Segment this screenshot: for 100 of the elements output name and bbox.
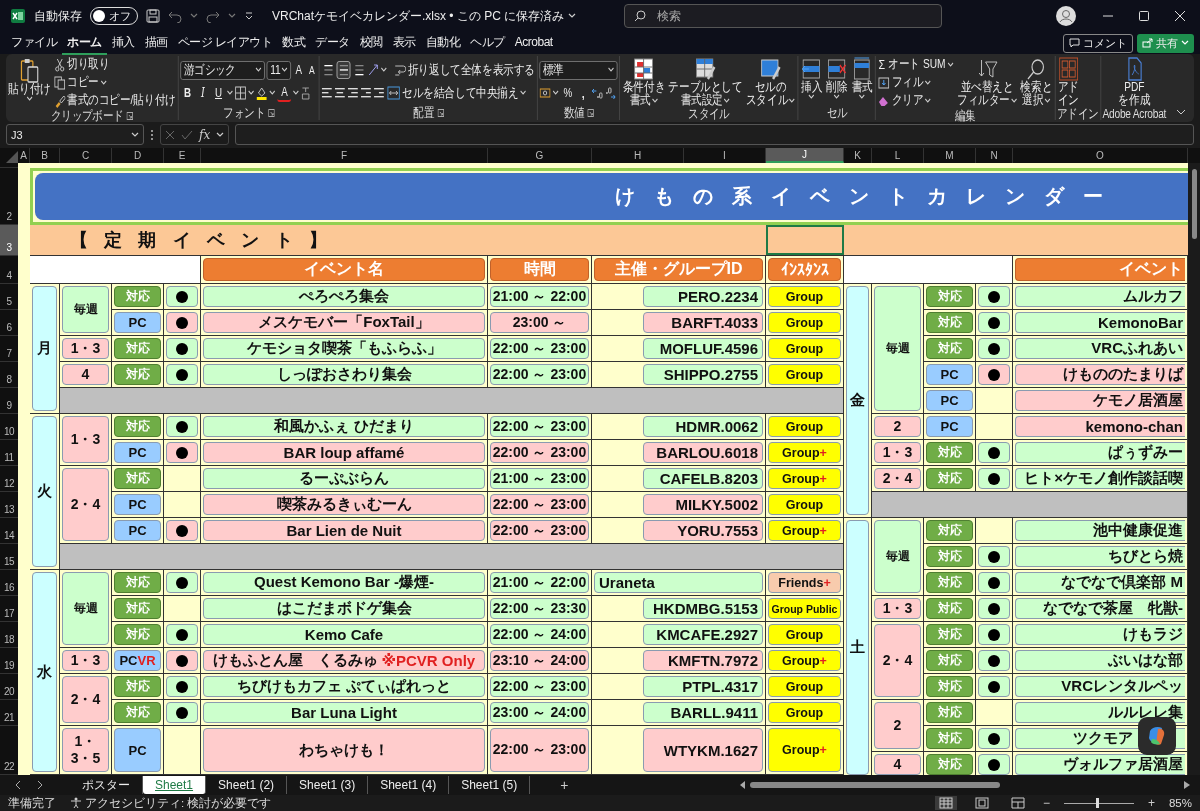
page-layout-icon[interactable] [974,797,989,809]
copy-button[interactable]: コピー [53,74,177,91]
comment-button[interactable]: コメント [1063,33,1133,53]
autosum-button[interactable]: Σ オート SUM [877,56,955,73]
wrap-text-button[interactable]: 折り返して全体を表示する [394,61,536,79]
grow-font-button[interactable]: A [293,61,305,79]
previous-sheet-icon[interactable] [14,780,22,790]
fill-button[interactable]: フィル [877,74,955,91]
event-name: しっぽおさわり集会 [203,364,485,385]
underline-button[interactable]: U [211,84,226,102]
editing-button[interactable]: 検索と 選択 [1019,56,1053,107]
close-icon[interactable] [1175,11,1185,21]
file-title[interactable]: VRChatケモイベカレンダー.xlsx • この PC に保存済み [272,7,577,25]
horizontal-scrollbar[interactable] [740,779,1190,791]
fill-color-icon[interactable] [256,86,268,100]
save-icon[interactable] [146,9,160,23]
column-header[interactable]: J [766,148,844,163]
create-pdf-button[interactable]: PDF を作成 [1117,56,1151,107]
bold-button[interactable]: B [180,84,195,102]
zoom-in-button[interactable]: + [1147,796,1155,810]
menu-tab[interactable]: Acrobat [509,33,558,53]
menu-tab[interactable]: ファイル [6,31,62,55]
formula-field[interactable] [235,124,1194,145]
menu-tab[interactable]: 表示 [387,31,421,55]
clear-button[interactable]: クリア [877,92,955,109]
format-painter-button[interactable]: 書式のコピー/貼り付け [53,92,177,109]
check-icon[interactable] [181,129,193,140]
font-color-button[interactable]: A [277,84,292,102]
collapse-ribbon-icon[interactable] [1176,108,1186,116]
cells-button[interactable]: 挿入 [800,56,824,100]
font-size-field[interactable]: 11 [266,60,292,80]
page-break-icon[interactable] [1010,797,1025,809]
sheet-tab[interactable]: Sheet1 (4) [368,776,450,794]
number-format-field[interactable]: 標準 [539,60,618,80]
sheet-tab[interactable]: Sheet1 (3) [287,776,369,794]
menu-tab[interactable]: 自動化 [420,31,466,55]
share-button[interactable]: 共有 [1137,33,1194,53]
decrease-indent-icon[interactable] [360,86,372,100]
vertical-align-button[interactable] [337,61,351,79]
accessibility-status[interactable]: アクセシビリティ: 検討が必要です [85,795,272,811]
sheet-tab[interactable]: Sheet1 [143,776,207,794]
style-button[interactable]: セルの スタイル [744,56,797,107]
more-options-icon[interactable] [150,128,154,141]
dialog-launcher-icon[interactable] [587,109,595,117]
shrink-font-button[interactable]: A [306,61,318,79]
style-button[interactable]: テーブルとして 書式設定 [667,56,744,107]
increase-indent-icon[interactable] [373,86,386,100]
phonetic-guide-icon[interactable] [301,86,311,100]
align-left-icon[interactable] [321,86,333,100]
name-box[interactable]: J3 [6,124,144,145]
maximize-icon[interactable] [1139,11,1149,21]
cells-button[interactable]: 書式 [850,56,874,100]
borders-icon[interactable] [235,86,247,100]
add-ins-button[interactable]: アド イン [1057,56,1080,107]
row-header[interactable]: 3 [0,225,18,256]
normal-view-icon[interactable] [938,797,953,809]
menu-tab[interactable]: 描画 [139,31,173,55]
paste-button[interactable]: 貼り付け [7,56,52,102]
menu-tab[interactable]: データ [310,31,355,55]
insert-function-button[interactable]: fx [199,127,211,142]
add-sheet-button[interactable]: + [560,777,569,793]
cancel-icon[interactable] [165,129,175,140]
zoom-out-button[interactable]: − [1042,796,1050,810]
merge-center-button[interactable]: セルを結合して中央揃え [386,84,528,102]
support-badge: 対応 [926,312,973,333]
menu-tab[interactable]: 挿入 [106,31,140,55]
event-name: はこだまボドゲ集会 [203,598,485,619]
editing-button[interactable]: 並べ替えと フィルター [956,56,1018,107]
menu-tab[interactable]: 校閲 [354,31,388,55]
cells-button[interactable]: 削除 [825,56,849,100]
undo-icon[interactable] [168,9,182,23]
decrease-decimal-icon[interactable] [604,87,617,99]
frequency-label: 毎週 [874,520,921,593]
font-field[interactable]: 游ゴシック [180,60,266,80]
align-right-icon[interactable] [347,86,359,100]
search-field[interactable]: 検索 [624,4,943,28]
redo-icon[interactable] [206,9,220,23]
sheet-tab[interactable]: Sheet1 (5) [449,776,531,794]
instance-badge: Group [768,416,841,437]
menu-tab[interactable]: 数式 [277,31,311,55]
sheet-tab[interactable]: Sheet1 (2) [206,776,288,794]
text-orientation-icon[interactable] [367,63,380,77]
zoom-level[interactable]: 85% [1168,797,1192,809]
cut-button[interactable]: 切り取り [53,56,177,73]
customize-icon[interactable] [244,11,254,21]
style-button[interactable]: 条件付き 書式 [622,56,666,107]
next-sheet-icon[interactable] [36,780,44,790]
dialog-launcher-icon[interactable] [126,112,134,120]
percent-button[interactable]: % [560,84,575,102]
copilot-button[interactable] [1138,717,1176,755]
menu-tab[interactable]: ページ レイアウト [172,31,278,55]
avatar-icon[interactable] [1056,6,1076,26]
align-center-icon[interactable] [334,86,346,100]
dialog-launcher-icon[interactable] [268,109,275,117]
currency-icon[interactable] [539,87,552,99]
dialog-launcher-icon[interactable] [437,109,444,117]
comma-button[interactable]: , [576,84,591,102]
italic-button[interactable]: I [196,84,210,102]
menu-tab[interactable]: ヘルプ [465,31,510,55]
increase-decimal-icon[interactable] [591,87,604,99]
